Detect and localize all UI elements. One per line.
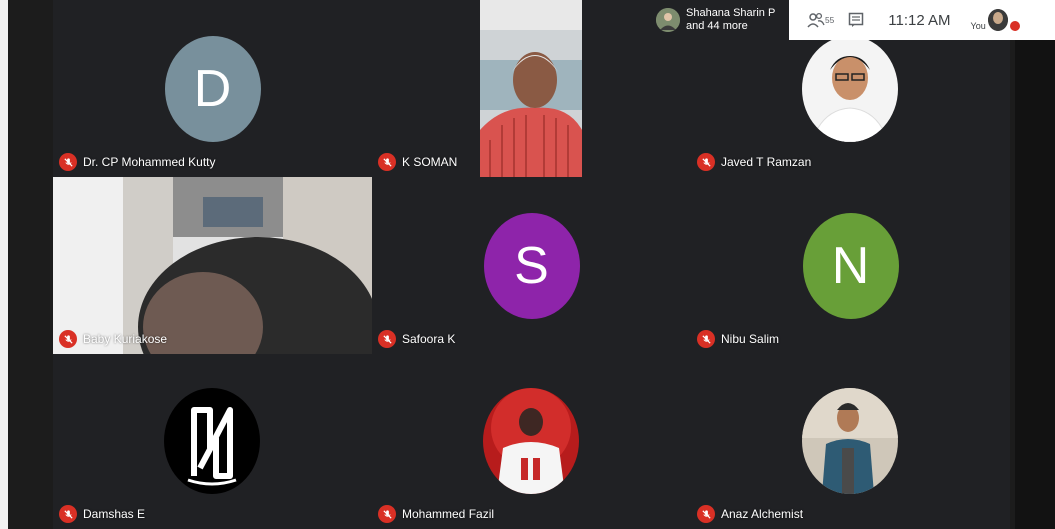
avatar: N bbox=[802, 213, 899, 319]
mic-off-indicator-icon bbox=[1009, 21, 1020, 31]
self-view[interactable]: You bbox=[971, 9, 1020, 31]
participant-name: K SOMAN bbox=[402, 155, 458, 169]
presenter-more: and 44 more bbox=[686, 20, 748, 32]
mic-off-icon bbox=[59, 330, 77, 348]
participant-name-tag: Nibu Salim bbox=[697, 330, 779, 348]
participant-name-tag: Mohammed Fazil bbox=[378, 505, 494, 523]
presenter-avatar bbox=[656, 8, 680, 32]
participant-name: Nibu Salim bbox=[721, 332, 780, 346]
chat-button[interactable] bbox=[848, 12, 864, 28]
avatar: D bbox=[164, 36, 261, 142]
presenter-text: Shahana Sharin P and 44 more bbox=[686, 7, 775, 33]
participant-video bbox=[372, 0, 691, 177]
participant-name: Javed T Ramzan bbox=[721, 155, 812, 169]
participant-tile[interactable]: N Nibu Salim bbox=[691, 177, 1010, 354]
mic-off-icon bbox=[697, 505, 715, 523]
avatar bbox=[483, 388, 579, 494]
mic-off-icon bbox=[378, 505, 396, 523]
participant-tile[interactable]: K SOMAN bbox=[372, 0, 691, 177]
presenter-name: Shahana Sharin P bbox=[686, 7, 776, 19]
participant-video bbox=[53, 177, 372, 354]
participant-grid: D Dr. CP Mohammed Kutty K SOMAN Javed T … bbox=[53, 0, 1010, 529]
participant-tile[interactable]: Damshas E bbox=[53, 354, 372, 529]
participant-tile[interactable]: S Safoora K bbox=[372, 177, 691, 354]
avatar: S bbox=[483, 213, 580, 319]
participant-name-tag: Baby Kuriakose bbox=[59, 330, 167, 348]
avatar bbox=[802, 388, 898, 494]
participant-tile[interactable]: Anaz Alchemist bbox=[691, 354, 1010, 529]
participant-tile[interactable]: Mohammed Fazil bbox=[372, 354, 691, 529]
mic-off-icon bbox=[378, 153, 396, 171]
clock: 11:12 AM bbox=[888, 11, 951, 29]
chat-icon bbox=[849, 12, 864, 27]
participant-tile[interactable]: D Dr. CP Mohammed Kutty bbox=[53, 0, 372, 177]
people-button[interactable]: 55 bbox=[807, 12, 834, 28]
you-label: You bbox=[970, 21, 986, 31]
mic-off-icon bbox=[697, 330, 715, 348]
participant-name-tag: Dr. CP Mohammed Kutty bbox=[59, 153, 216, 171]
self-avatar bbox=[987, 9, 1008, 31]
participant-name-tag: K SOMAN bbox=[378, 153, 457, 171]
people-icon bbox=[807, 12, 825, 28]
meeting-controls: 55 11:12 AM You bbox=[789, 0, 1055, 40]
participant-name: Dr. CP Mohammed Kutty bbox=[83, 155, 216, 169]
participant-name-tag: Damshas E bbox=[59, 505, 145, 523]
avatar bbox=[164, 388, 260, 494]
avatar bbox=[802, 36, 898, 142]
participant-name: Safoora K bbox=[402, 332, 456, 346]
participant-name: Damshas E bbox=[83, 507, 146, 521]
mic-off-icon bbox=[59, 153, 77, 171]
participant-name-tag: Javed T Ramzan bbox=[697, 153, 811, 171]
participant-name-tag: Anaz Alchemist bbox=[697, 505, 803, 523]
mic-off-icon bbox=[378, 330, 396, 348]
screen-left-edge bbox=[0, 0, 8, 529]
participant-count: 55 bbox=[825, 15, 835, 25]
participant-name: Anaz Alchemist bbox=[721, 507, 804, 521]
participant-name: Mohammed Fazil bbox=[402, 507, 495, 521]
screen-right-edge bbox=[1015, 0, 1055, 529]
presenter-chip[interactable]: Shahana Sharin P and 44 more bbox=[650, 0, 789, 40]
top-bar: Shahana Sharin P and 44 more 55 11:12 AM… bbox=[650, 0, 1055, 40]
participant-name-tag: Safoora K bbox=[378, 330, 455, 348]
participant-tile[interactable]: Baby Kuriakose bbox=[53, 177, 372, 354]
mic-off-icon bbox=[697, 153, 715, 171]
mic-off-icon bbox=[59, 505, 77, 523]
participant-name: Baby Kuriakose bbox=[83, 332, 168, 346]
